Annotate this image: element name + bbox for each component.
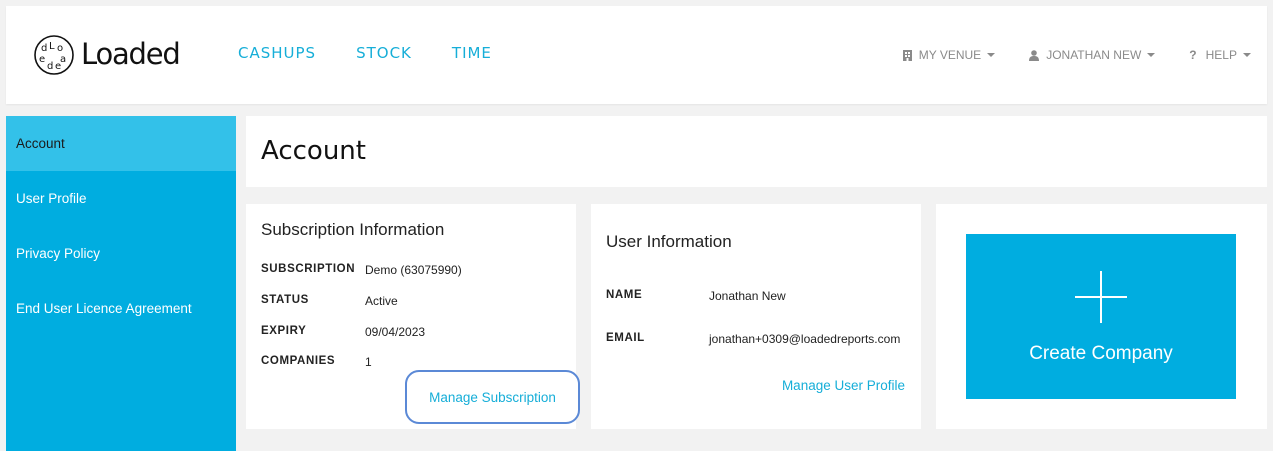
sidebar-item-user-profile[interactable]: User Profile xyxy=(6,171,236,226)
nav-time[interactable]: TIME xyxy=(452,44,492,62)
status-label: STATUS xyxy=(261,294,309,306)
create-company-button[interactable]: Create Company xyxy=(966,234,1236,399)
user-information-title: User Information xyxy=(606,232,732,251)
subscription-label: SUBSCRIPTION xyxy=(261,263,356,275)
header-menu: MY VENUE JONATHAN NEW ? HELP xyxy=(869,48,1251,62)
svg-text:d: d xyxy=(41,43,47,54)
question-icon: ? xyxy=(1189,48,1197,62)
subscription-value: Demo (63075990) xyxy=(365,263,462,277)
help-label: HELP xyxy=(1205,48,1237,62)
top-header: d L o e a d e Loaded CASHUPS STOCK TIME … xyxy=(6,6,1267,104)
svg-text:L: L xyxy=(49,41,55,52)
svg-text:d: d xyxy=(47,61,53,72)
user-label: JONATHAN NEW xyxy=(1046,48,1142,62)
venue-label: MY VENUE xyxy=(918,48,982,62)
chevron-down-icon xyxy=(987,53,996,57)
companies-label: COMPANIES xyxy=(261,355,336,367)
create-company-card: Create Company xyxy=(936,204,1267,429)
brand-logo[interactable]: d L o e a d e Loaded xyxy=(33,33,181,77)
svg-text:e: e xyxy=(55,61,61,72)
page-title: Account xyxy=(261,136,366,166)
help-dropdown[interactable]: ? HELP xyxy=(1189,48,1251,62)
expiry-value: 09/04/2023 xyxy=(365,325,426,339)
sidebar: Account User Profile Privacy Policy End … xyxy=(6,116,236,451)
sidebar-item-account[interactable]: Account xyxy=(6,116,236,171)
page-title-card: Account xyxy=(246,116,1267,187)
expiry-label: EXPIRY xyxy=(261,325,307,337)
chevron-down-icon xyxy=(1147,53,1156,57)
companies-value: 1 xyxy=(365,355,372,369)
manage-subscription-button[interactable]: Manage Subscription xyxy=(405,370,580,424)
main-nav: CASHUPS STOCK TIME xyxy=(238,44,532,62)
plus-icon xyxy=(1075,271,1127,323)
user-information-card: User Information NAME Jonathan New EMAIL… xyxy=(591,204,921,429)
user-icon xyxy=(1029,49,1040,61)
nav-cashups[interactable]: CASHUPS xyxy=(238,44,316,62)
svg-text:o: o xyxy=(57,43,63,54)
nav-stock[interactable]: STOCK xyxy=(356,44,412,62)
brand-name: Loaded xyxy=(81,37,181,71)
manage-user-profile-link[interactable]: Manage User Profile xyxy=(782,378,905,393)
subscription-title: Subscription Information xyxy=(261,220,445,239)
building-icon xyxy=(902,49,912,61)
svg-text:e: e xyxy=(39,54,45,65)
loaded-logo-icon: d L o e a d e xyxy=(34,35,74,75)
venue-dropdown[interactable]: MY VENUE xyxy=(902,48,996,62)
subscription-card: Subscription Information SUBSCRIPTION De… xyxy=(246,204,580,429)
sidebar-item-eula[interactable]: End User Licence Agreement xyxy=(6,281,236,336)
name-label: NAME xyxy=(606,289,643,301)
status-value: Active xyxy=(365,294,398,308)
chevron-down-icon xyxy=(1243,53,1251,57)
email-label: EMAIL xyxy=(606,332,645,344)
user-dropdown[interactable]: JONATHAN NEW xyxy=(1029,48,1156,62)
name-value: Jonathan New xyxy=(709,289,786,303)
sidebar-item-privacy-policy[interactable]: Privacy Policy xyxy=(6,226,236,281)
create-company-label: Create Company xyxy=(1029,343,1173,364)
email-value: jonathan+0309@loadedreports.com xyxy=(709,332,901,346)
